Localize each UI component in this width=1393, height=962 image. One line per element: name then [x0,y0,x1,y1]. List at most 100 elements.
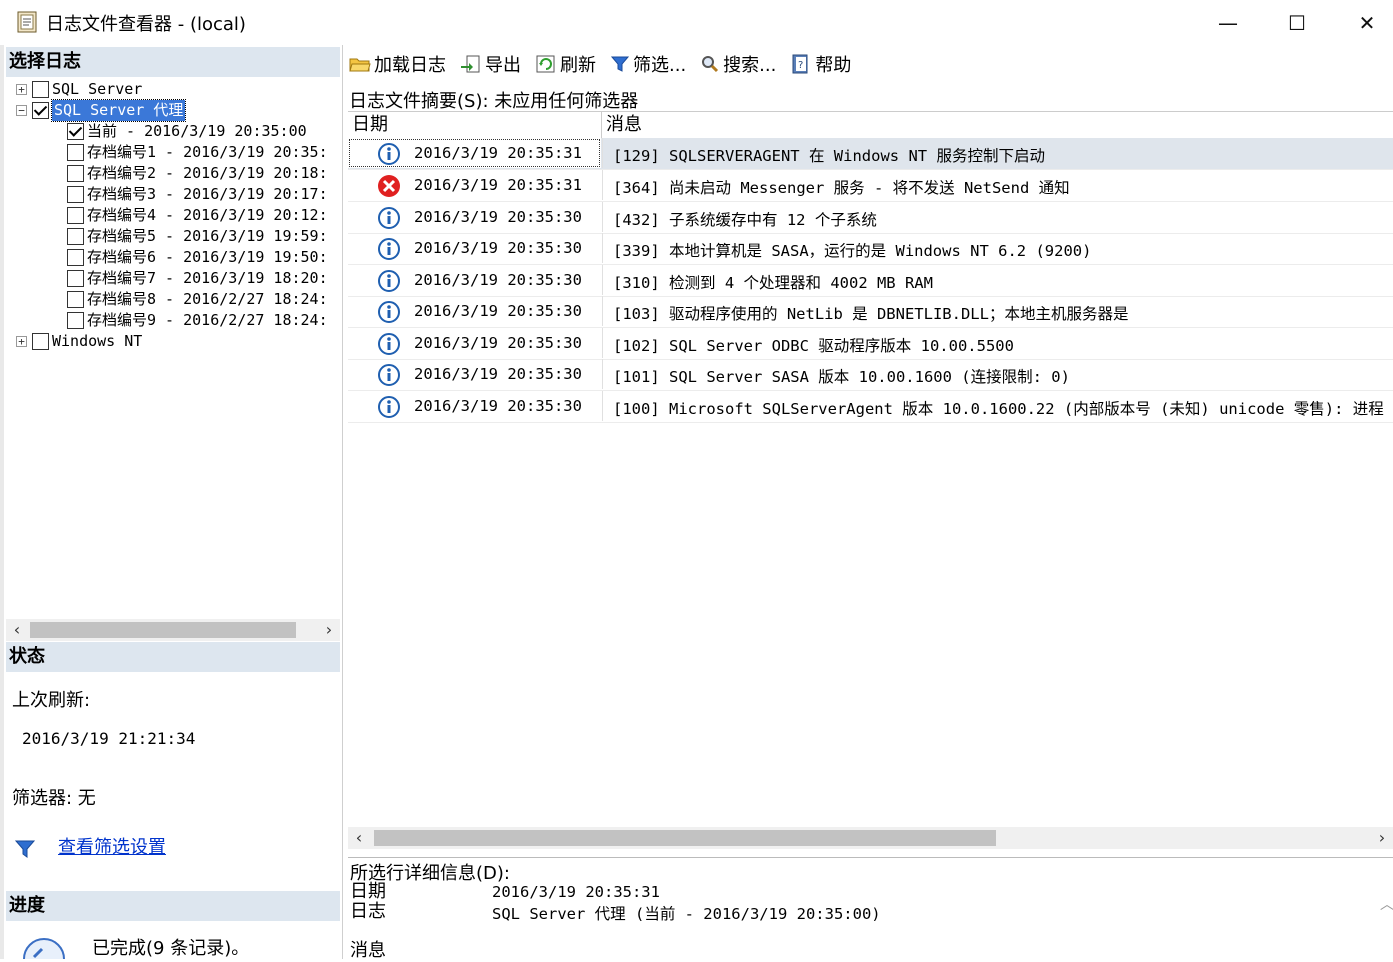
table-row[interactable]: 2016/3/19 20:35:31 [364] 尚未启动 Messenger … [348,170,1393,202]
left-edge [0,45,4,959]
log-date: 2016/3/19 20:35:30 [414,271,582,289]
checkbox[interactable] [67,249,84,266]
tree-node-label: SQL Server [52,80,143,98]
tree-node-label: 存档编号4 - 2016/3/19 20:12: [87,206,328,224]
minimize-button[interactable]: — [1193,0,1263,45]
log-message: [102] SQL Server ODBC 驱动程序版本 10.00.5500 [613,337,1014,355]
log-date: 2016/3/19 20:35:30 [414,239,582,257]
log-message: [339] 本地计算机是 SASA，运行的是 Windows NT 6.2 (9… [613,242,1092,260]
svg-text:?: ? [798,60,803,71]
checkbox[interactable] [67,207,84,224]
tree-node-label: 存档编号3 - 2016/3/19 20:17: [87,185,328,203]
log-date: 2016/3/19 20:35:30 [414,302,582,320]
table-row[interactable]: 2016/3/19 20:35:30 [103] 驱动程序使用的 NetLib … [348,296,1393,328]
cell-separator [602,138,603,168]
refresh-button[interactable]: 刷新 [535,51,596,77]
log-date: 2016/3/19 20:35:30 [414,334,582,352]
title-bar: 日志文件查看器 - (local) — ☐ ✕ [0,0,1393,45]
error-icon [378,175,400,197]
maximize-icon: ☐ [1288,10,1306,35]
filter-label: 筛选... [633,55,687,76]
info-icon [378,238,400,260]
tree-node-archive-6[interactable]: 存档编号6 - 2016/3/19 19:50: [67,247,328,268]
scrollbar-thumb[interactable] [30,622,296,638]
log-viewer-app-icon [17,11,37,33]
tree-node-archive-1[interactable]: 存档编号1 - 2016/3/19 20:35: [67,142,328,163]
log-tree[interactable]: + SQL Server − SQL Server 代理 当前 - 2016/3… [6,78,340,618]
log-message: [100] Microsoft SQLServerAgent 版本 10.0.1… [613,400,1384,418]
load-log-label: 加载日志 [374,55,446,76]
checkbox[interactable] [67,144,84,161]
checkbox[interactable] [32,81,49,98]
checkbox[interactable] [67,312,84,329]
details-message-label: 消息 [350,940,386,961]
expand-icon[interactable]: + [16,336,27,347]
search-icon [702,56,719,73]
details-date-label: 日期 [350,881,386,902]
tree-node-archive-4[interactable]: 存档编号4 - 2016/3/19 20:12: [67,205,328,226]
table-row[interactable]: 2016/3/19 20:35:30 [100] Microsoft SQLSe… [348,391,1393,423]
checkbox[interactable] [67,186,84,203]
table-row[interactable]: 2016/3/19 20:35:30 [310] 检测到 4 个处理器和 400… [348,265,1393,297]
tree-node-sql-server-agent[interactable]: − SQL Server 代理 [16,99,187,122]
scrollbar-thumb[interactable] [374,830,996,846]
tree-node-archive-7[interactable]: 存档编号7 - 2016/3/19 18:20: [67,268,328,289]
checkbox-checked[interactable] [32,102,49,119]
checkbox-checked[interactable] [67,123,84,140]
table-row[interactable]: 2016/3/19 20:35:30 [102] SQL Server ODBC… [348,328,1393,360]
load-log-button[interactable]: 加载日志 [349,51,446,77]
table-row[interactable]: 2016/3/19 20:35:30 [432] 子系统缓存中有 12 个子系统 [348,202,1393,234]
scroll-left-icon[interactable]: ‹ [6,619,28,641]
export-button[interactable]: 导出 [460,51,521,77]
folder-open-icon [349,58,371,72]
refresh-icon [536,55,555,73]
cell-separator [602,391,603,421]
view-filter-settings-link[interactable]: 查看筛选设置 [58,833,166,859]
tree-node-archive-5[interactable]: 存档编号5 - 2016/3/19 19:59: [67,226,328,247]
tree-node-archive-3[interactable]: 存档编号3 - 2016/3/19 20:17: [67,184,328,205]
tree-node-windows-nt[interactable]: + Windows NT [16,331,142,352]
search-button[interactable]: 搜索... [700,51,776,77]
scroll-left-icon[interactable]: ‹ [348,827,370,849]
export-icon [461,55,480,73]
tree-node-current[interactable]: 当前 - 2016/3/19 20:35:00 [67,121,307,142]
maximize-button[interactable]: ☐ [1262,0,1332,45]
tree-horizontal-scrollbar[interactable]: ‹ › [6,619,340,641]
tree-node-label: 存档编号2 - 2016/3/19 20:18: [87,164,328,182]
scroll-right-icon[interactable]: › [318,619,340,641]
tree-node-archive-8[interactable]: 存档编号8 - 2016/2/27 18:24: [67,289,328,310]
tree-node-archive-2[interactable]: 存档编号2 - 2016/3/19 20:18: [67,163,328,184]
table-row[interactable]: 2016/3/19 20:35:30 [339] 本地计算机是 SASA，运行的… [348,233,1393,265]
toolbar: 加载日志 导出 刷新 筛选... 搜索... ? 帮助 [343,45,1393,83]
grid-horizontal-scrollbar[interactable]: ‹ › [348,827,1393,849]
expand-icon[interactable]: + [16,84,27,95]
help-button[interactable]: ? 帮助 [790,51,851,77]
progress-header: 进度 [6,891,340,921]
tree-node-label: 存档编号9 - 2016/2/27 18:24: [87,311,328,329]
column-separator[interactable] [601,112,602,138]
filter-button[interactable]: 筛选... [610,51,686,77]
checkbox[interactable] [67,165,84,182]
column-header-message[interactable]: 消息 [606,112,642,138]
checkbox[interactable] [32,333,49,350]
scroll-right-icon[interactable]: › [1371,827,1393,849]
cell-separator [602,202,603,232]
collapse-icon[interactable]: − [16,105,27,116]
details-scroll-up-icon[interactable]: ︿ [1380,894,1393,914]
column-header-date[interactable]: 日期 [352,112,388,138]
log-grid[interactable]: 日期 消息 2016/3/19 20:35:31 [129] SQLSERVER… [348,111,1393,872]
refresh-label: 刷新 [560,55,596,76]
checkbox[interactable] [67,291,84,308]
table-row[interactable]: 2016/3/19 20:35:30 [101] SQL Server SASA… [348,359,1393,391]
tree-node-label: 存档编号8 - 2016/2/27 18:24: [87,290,328,308]
close-button[interactable]: ✕ [1332,0,1393,45]
help-book-icon: ? [792,54,808,74]
log-message: [129] SQLSERVERAGENT 在 Windows NT 服务控制下启… [613,147,1045,165]
tree-node-sql-server[interactable]: + SQL Server [16,79,142,100]
table-row[interactable]: 2016/3/19 20:35:31 [129] SQLSERVERAGENT … [348,138,1393,170]
tree-node-archive-9[interactable]: 存档编号9 - 2016/2/27 18:24: [67,310,328,331]
info-icon [378,364,400,386]
checkbox[interactable] [67,228,84,245]
checkbox[interactable] [67,270,84,287]
cell-separator [602,265,603,295]
